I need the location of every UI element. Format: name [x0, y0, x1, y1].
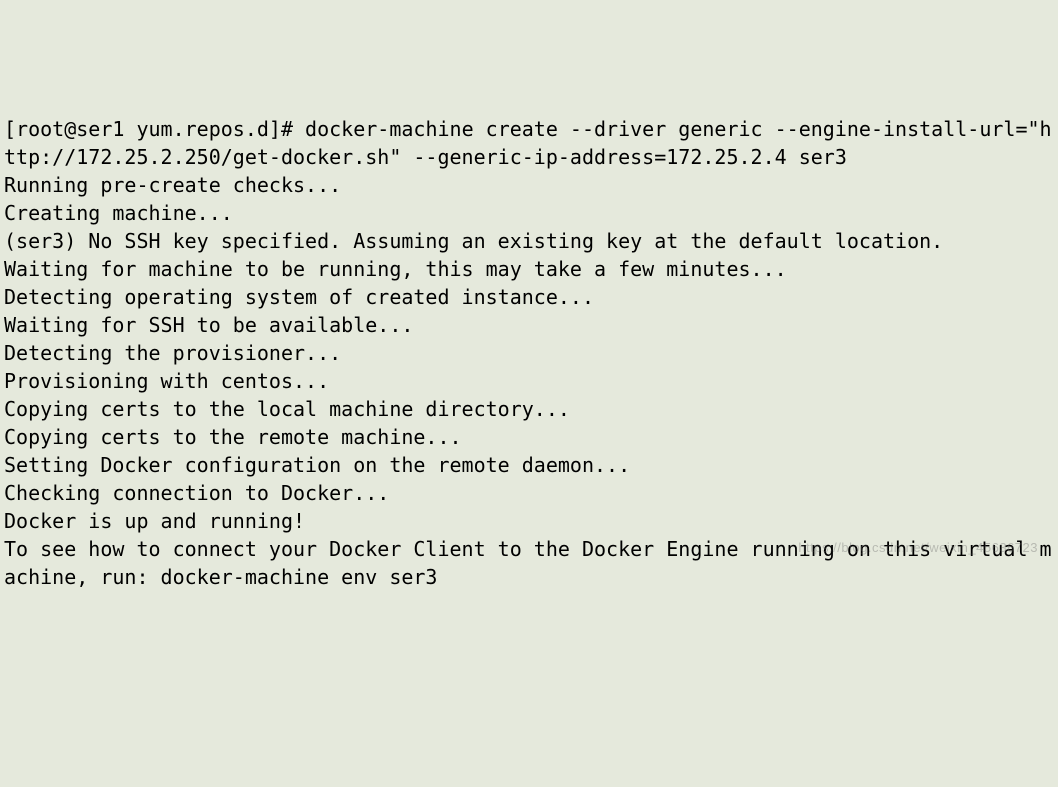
output-line: Detecting operating system of created in…	[4, 285, 594, 309]
output-line: Docker is up and running!	[4, 509, 305, 533]
output-line: Copying certs to the local machine direc…	[4, 397, 570, 421]
output-line: Detecting the provisioner...	[4, 341, 341, 365]
output-line: Running pre-create checks...	[4, 173, 341, 197]
output-line: Setting Docker configuration on the remo…	[4, 453, 630, 477]
output-line: Waiting for SSH to be available...	[4, 313, 413, 337]
shell-prompt: [root@ser1 yum.repos.d]#	[4, 117, 305, 141]
output-line: Copying certs to the remote machine...	[4, 425, 462, 449]
output-line: Checking connection to Docker...	[4, 481, 389, 505]
terminal-output[interactable]: [root@ser1 yum.repos.d]# docker-machine …	[4, 115, 1054, 591]
output-line: (ser3) No SSH key specified. Assuming an…	[4, 229, 943, 253]
watermark-text: https://blog.csdn.net/weixin_45636723	[798, 539, 1038, 557]
output-line: Provisioning with centos...	[4, 369, 329, 393]
output-line: Creating machine...	[4, 201, 233, 225]
output-line: Waiting for machine to be running, this …	[4, 257, 787, 281]
